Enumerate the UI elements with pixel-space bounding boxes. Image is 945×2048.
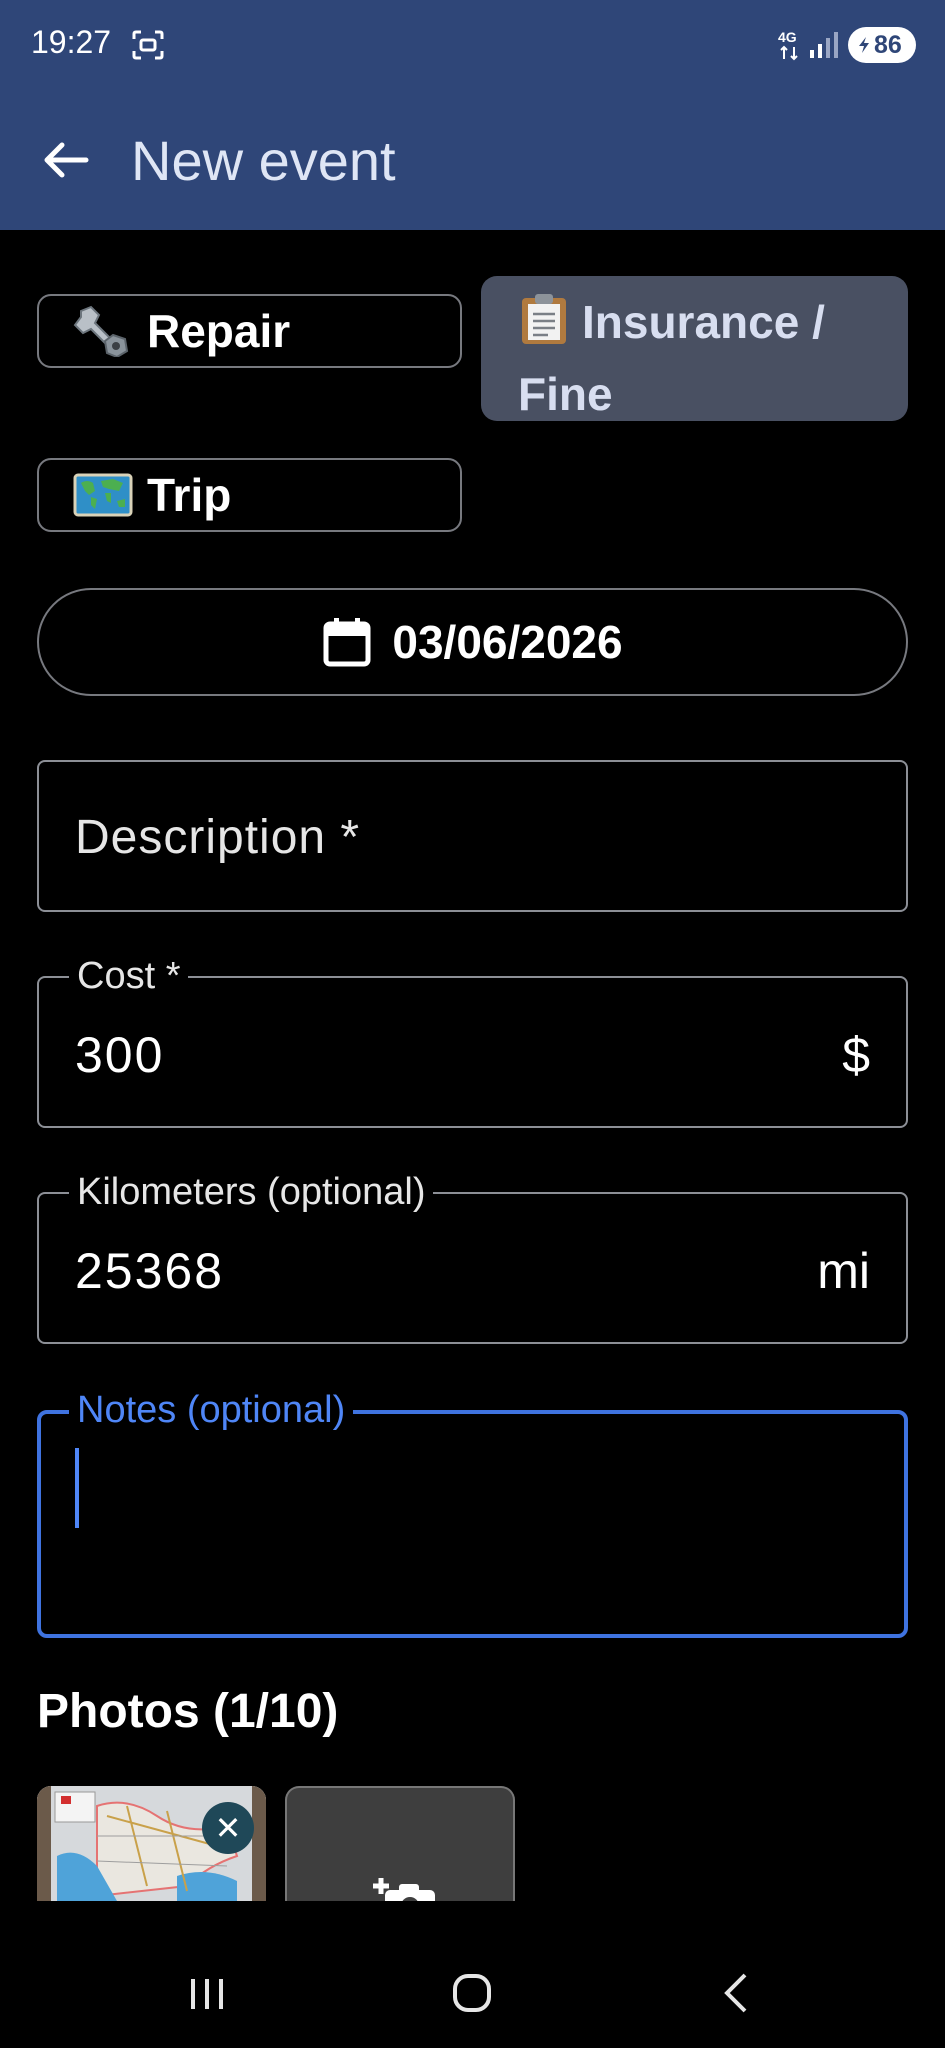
date-value: 03/06/2026 <box>392 616 623 668</box>
chip-repair[interactable]: Repair <box>37 294 462 368</box>
calendar-icon <box>323 618 371 667</box>
app-bar: New event <box>0 88 945 230</box>
description-field[interactable]: Description * <box>37 760 908 912</box>
back-button[interactable] <box>36 130 96 190</box>
description-placeholder: Description * <box>75 811 361 864</box>
kilometers-suffix: mi <box>817 1243 870 1299</box>
text-cursor <box>75 1448 79 1528</box>
recents-icon[interactable] <box>187 1975 227 2013</box>
system-nav-bar <box>0 1901 945 2048</box>
kilometers-value: 25368 <box>75 1243 225 1299</box>
nav-back-icon[interactable] <box>721 1971 751 2015</box>
wrench-nut-icon <box>73 305 129 357</box>
clipboard-icon <box>522 294 566 344</box>
screen-record-icon <box>132 30 164 60</box>
home-icon[interactable] <box>452 1973 492 2013</box>
photos-title: Photos (1/10) <box>37 1685 339 1738</box>
cost-label: Cost * <box>69 954 189 998</box>
page-title: New event <box>131 129 396 192</box>
svg-text:4G: 4G <box>778 29 797 45</box>
add-photo-button[interactable] <box>285 1786 515 1901</box>
battery-level: 86 <box>874 31 902 59</box>
chip-repair-label: Repair <box>147 305 291 357</box>
cost-suffix: $ <box>842 1027 870 1083</box>
add-photo-icon <box>373 1878 435 1901</box>
kilometers-field[interactable]: Kilometers (optional) 25368 mi <box>37 1170 908 1344</box>
cost-field[interactable]: Cost * 300 $ <box>37 954 908 1128</box>
notes-label: Notes (optional) <box>69 1388 354 1432</box>
kilometers-label: Kilometers (optional) <box>69 1170 434 1214</box>
chip-insurance-label-2: Fine <box>518 368 613 420</box>
date-picker-button[interactable]: 03/06/2026 <box>37 588 908 696</box>
charging-icon <box>859 37 869 53</box>
chip-insurance-fine[interactable]: Insurance / Fine <box>481 276 908 421</box>
battery-indicator: 86 <box>848 27 916 63</box>
remove-photo-button[interactable]: ✕ <box>202 1802 254 1854</box>
chip-trip[interactable]: Trip <box>37 458 462 532</box>
chip-trip-label: Trip <box>147 469 232 521</box>
chip-insurance-label-1: Insurance / <box>582 296 825 348</box>
world-map-icon <box>73 473 133 517</box>
network-icon: 4G <box>778 29 798 61</box>
status-time: 19:27 <box>31 24 112 60</box>
status-bar: 19:27 4G 86 <box>0 0 945 88</box>
close-icon: ✕ <box>214 1810 242 1846</box>
signal-icon <box>810 32 838 58</box>
cost-value: 300 <box>75 1027 165 1083</box>
notes-field[interactable]: Notes (optional) <box>37 1388 908 1638</box>
